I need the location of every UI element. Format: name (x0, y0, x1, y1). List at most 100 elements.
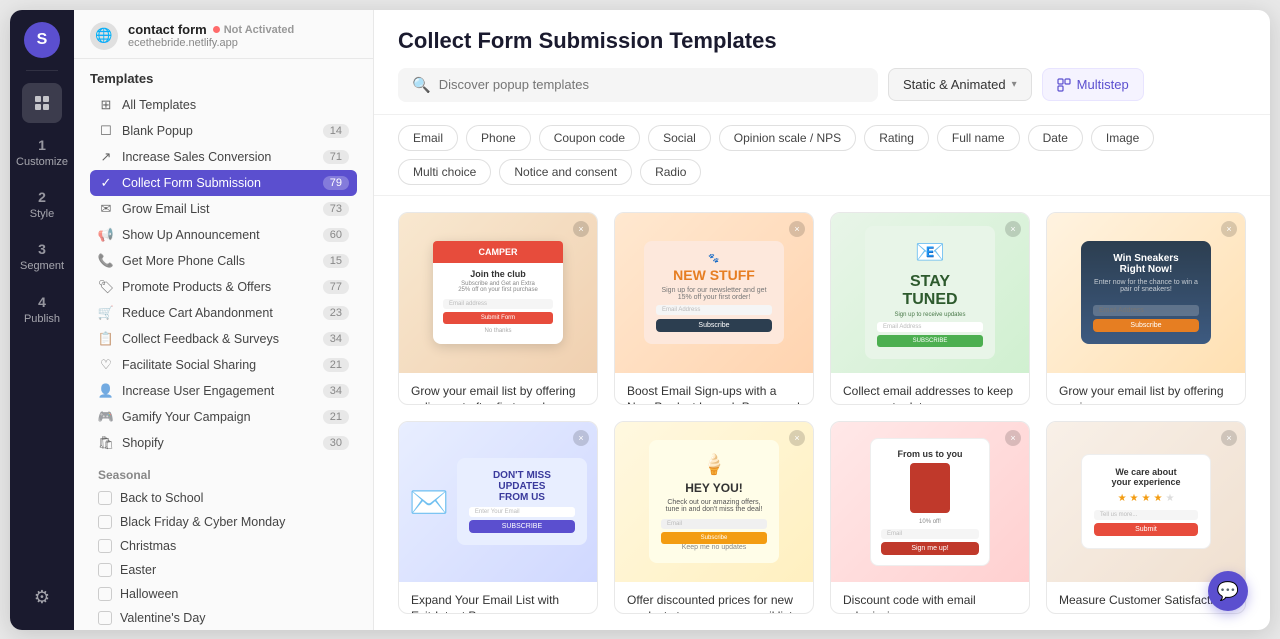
filter-multichoice[interactable]: Multi choice (398, 159, 491, 185)
chat-bubble[interactable]: 💬 (1208, 571, 1248, 611)
sidebar-item-promote[interactable]: 🏷 Promote Products & Offers 77 (90, 274, 357, 300)
sidebar-item-feedback[interactable]: 📋 Collect Feedback & Surveys 34 (90, 326, 357, 352)
page-title: Collect Form Submission Templates (398, 28, 1246, 54)
status-text: Not Activated (224, 24, 295, 36)
template-card-camper[interactable]: × CAMPER Join the club Subscribe and Get… (398, 212, 598, 405)
step-1-customize[interactable]: 1 Customize (10, 131, 74, 175)
black-friday-checkbox[interactable] (98, 515, 112, 529)
close-icon: × (573, 430, 589, 446)
seasonal-section: Seasonal Back to School Black Friday & C… (74, 460, 373, 630)
sidebar-item-announcement[interactable]: 📢 Show Up Announcement 60 (90, 222, 357, 248)
filter-phone[interactable]: Phone (466, 125, 531, 151)
template-title-newstuff: Boost Email Sign-ups with a New Product … (627, 383, 801, 405)
template-card-fromus[interactable]: × From us to you 10% off! Email Sign me … (830, 421, 1030, 614)
sneakers-mock: Win SneakersRight Now! Enter now for the… (1081, 241, 1211, 344)
close-icon: × (1221, 430, 1237, 446)
seasonal-item-christmas[interactable]: Christmas (90, 534, 357, 558)
template-card-sneakers[interactable]: × Win SneakersRight Now! Enter now for t… (1046, 212, 1246, 405)
christmas-checkbox[interactable] (98, 539, 112, 553)
sidebar-item-all-templates[interactable]: ⊞ All Templates (90, 92, 357, 118)
blank-icon: ☐ (98, 123, 114, 139)
template-preview-sneakers: × Win SneakersRight Now! Enter now for t… (1047, 213, 1245, 373)
filter-tags-row: Email Phone Coupon code Social Opinion s… (374, 115, 1270, 196)
gamify-icon: 🎮 (98, 409, 114, 425)
feedback-icon: 📋 (98, 331, 114, 347)
star-icon: ★ (1130, 493, 1139, 504)
sidebar-item-engagement[interactable]: 👤 Increase User Engagement 34 (90, 378, 357, 404)
back-to-school-checkbox[interactable] (98, 491, 112, 505)
close-icon: × (789, 221, 805, 237)
filter-date[interactable]: Date (1028, 125, 1083, 151)
static-animated-dropdown[interactable]: Static & Animated ▾ (888, 68, 1032, 101)
filter-fullname[interactable]: Full name (937, 125, 1020, 151)
phone-icon: 📞 (98, 253, 114, 269)
template-grid: × CAMPER Join the club Subscribe and Get… (374, 196, 1270, 630)
sidebar-item-phone[interactable]: 📞 Get More Phone Calls 15 (90, 248, 357, 274)
seasonal-item-black-friday[interactable]: Black Friday & Cyber Monday (90, 510, 357, 534)
filter-nps[interactable]: Opinion scale / NPS (719, 125, 856, 151)
template-card-heyou[interactable]: × 🍦 HEY YOU! Check out our amazing offer… (614, 421, 814, 614)
template-card-staytuned[interactable]: × 📧 STAYTUNED Sign up to receive updates… (830, 212, 1030, 405)
filter-image[interactable]: Image (1091, 125, 1154, 151)
app-logo[interactable]: S (24, 22, 60, 58)
template-info-fromus: Discount code with email submission (831, 582, 1029, 614)
filter-notice-consent[interactable]: Notice and consent (499, 159, 632, 185)
playbook-icon[interactable] (22, 83, 62, 123)
exitintent-mock: DON'T MISSUPDATESFROM US Enter Your Emai… (457, 458, 587, 545)
search-input[interactable] (439, 77, 864, 92)
sidebar-item-grow-email[interactable]: ✉ Grow Email List 73 (90, 196, 357, 222)
search-bar-row: 🔍 Static & Animated ▾ Multistep (398, 68, 1246, 102)
filter-email[interactable]: Email (398, 125, 458, 151)
template-preview-measure: × We care aboutyour experience ★ ★ ★ ★ ★… (1047, 422, 1245, 582)
promote-icon: 🏷 (98, 279, 114, 295)
filter-radio[interactable]: Radio (640, 159, 701, 185)
seasonal-title: Seasonal (90, 460, 357, 486)
step-4-publish[interactable]: 4 Publish (18, 288, 66, 332)
form-icon: ✓ (98, 175, 114, 191)
dropdown-label: Static & Animated (903, 77, 1006, 92)
star-row: ★ ★ ★ ★ ★ (1094, 493, 1198, 504)
template-title-exitintent: Expand Your Email List with Exit-Intent … (411, 592, 585, 614)
sidebar-main-section: Templates ⊞ All Templates ☐ Blank Popup … (74, 59, 373, 460)
grid-icon: ⊞ (98, 97, 114, 113)
filter-social[interactable]: Social (648, 125, 711, 151)
seasonal-item-back-to-school[interactable]: Back to School (90, 486, 357, 510)
step-2-style[interactable]: 2 Style (24, 183, 60, 227)
sidebar-item-social[interactable]: ♡ Facilitate Social Sharing 21 (90, 352, 357, 378)
template-preview-fromus: × From us to you 10% off! Email Sign me … (831, 422, 1029, 582)
template-card-newstuff[interactable]: × 🐾 NEW STUFF Sign up for our newsletter… (614, 212, 814, 405)
measure-mock: We care aboutyour experience ★ ★ ★ ★ ★ T… (1081, 454, 1211, 549)
sidebar-item-shopify[interactable]: 🛍 Shopify 30 (90, 430, 357, 456)
template-card-exitintent[interactable]: × ✉️ DON'T MISSUPDATESFROM US Enter Your… (398, 421, 598, 614)
chevron-down-icon: ▾ (1012, 79, 1017, 90)
filter-rating[interactable]: Rating (864, 125, 929, 151)
easter-checkbox[interactable] (98, 563, 112, 577)
valentines-checkbox[interactable] (98, 611, 112, 625)
engagement-icon: 👤 (98, 383, 114, 399)
template-info-staytuned: Collect email addresses to keep users up… (831, 373, 1029, 405)
heyou-mock: 🍦 HEY YOU! Check out our amazing offers,… (649, 440, 779, 563)
template-title-sneakers: Grow your email list by offering a prize (1059, 383, 1233, 405)
close-icon: × (573, 221, 589, 237)
site-info: contact form Not Activated ecethebride.n… (128, 22, 357, 49)
sidebar-item-cart[interactable]: 🛒 Reduce Cart Abandonment 23 (90, 300, 357, 326)
multistep-button[interactable]: Multistep (1042, 68, 1144, 101)
sidebar-item-blank-popup[interactable]: ☐ Blank Popup 14 (90, 118, 357, 144)
close-icon: × (1005, 221, 1021, 237)
template-preview-exitintent: × ✉️ DON'T MISSUPDATESFROM US Enter Your… (399, 422, 597, 582)
main-header: Collect Form Submission Templates 🔍 Stat… (374, 10, 1270, 115)
seasonal-item-easter[interactable]: Easter (90, 558, 357, 582)
search-bar[interactable]: 🔍 (398, 68, 878, 102)
sidebar-item-increase-sales[interactable]: ↗ Increase Sales Conversion 71 (90, 144, 357, 170)
seasonal-item-valentines[interactable]: Valentine's Day (90, 606, 357, 630)
template-title-fromus: Discount code with email submission (843, 592, 1017, 614)
settings-nav[interactable]: ⚙ (22, 578, 62, 618)
template-info-heyou: Offer discounted prices for new products… (615, 582, 813, 614)
seasonal-item-halloween[interactable]: Halloween (90, 582, 357, 606)
step-3-segment[interactable]: 3 Segment (14, 235, 70, 279)
halloween-checkbox[interactable] (98, 587, 112, 601)
star-empty-icon: ★ (1165, 493, 1174, 504)
sidebar-item-collect-form[interactable]: ✓ Collect Form Submission 79 (90, 170, 357, 196)
filter-coupon[interactable]: Coupon code (539, 125, 640, 151)
sidebar-item-gamify[interactable]: 🎮 Gamify Your Campaign 21 (90, 404, 357, 430)
